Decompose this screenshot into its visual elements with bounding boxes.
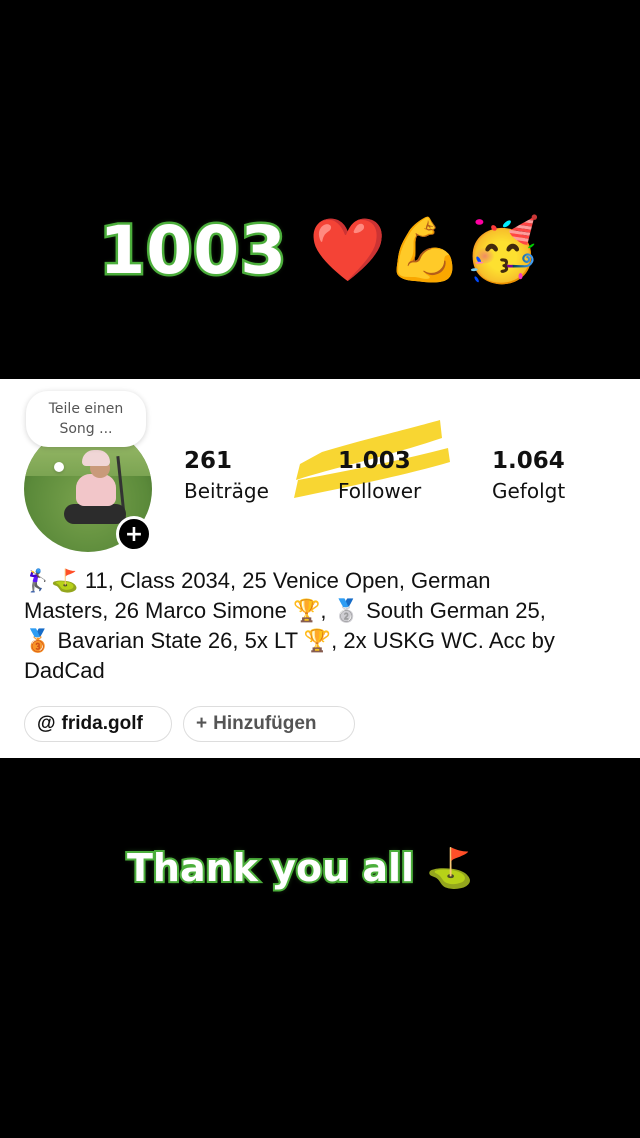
bubble-tail bbox=[54, 462, 64, 472]
stat-followers[interactable]: 1.003 Follower bbox=[338, 446, 421, 506]
bio-line: DadCad bbox=[24, 658, 105, 683]
bottom-caption: Thank you all ⛳😘 bbox=[0, 838, 640, 898]
stat-following-label: Gefolgt bbox=[492, 479, 566, 503]
stat-followers-label: Follower bbox=[338, 479, 422, 503]
plus-icon: + bbox=[124, 521, 144, 547]
song-note-line1: Teile einen bbox=[48, 401, 124, 417]
bio-line: 🥉 Bavarian State 26, 5x LT 🏆, 2x USKG WC… bbox=[24, 628, 555, 653]
stat-following-value: 1.064 bbox=[492, 448, 565, 474]
threads-icon: @ bbox=[37, 713, 56, 734]
threads-link-button[interactable]: @ frida.golf bbox=[24, 706, 172, 742]
plus-icon: + bbox=[196, 713, 208, 734]
stat-posts-label: Beiträge bbox=[184, 479, 269, 503]
celebration-emojis: ❤️💪🥳 bbox=[309, 213, 541, 286]
stat-posts-value: 261 bbox=[184, 448, 233, 474]
bio-line: Masters, 26 Marco Simone 🏆, 🥈 South Germ… bbox=[24, 598, 546, 623]
add-story-button[interactable]: + bbox=[116, 516, 152, 552]
stat-followers-value: 1.003 bbox=[338, 448, 411, 474]
song-note-bubble[interactable]: Teile einen Song ... bbox=[26, 391, 146, 447]
song-note-line2: Song ... bbox=[59, 421, 113, 437]
threads-handle: frida.golf bbox=[61, 713, 143, 734]
stat-posts[interactable]: 261 Beiträge bbox=[184, 446, 269, 506]
follower-milestone-number: 1003 bbox=[97, 209, 289, 291]
add-link-button[interactable]: + Hinzufügen bbox=[183, 706, 355, 742]
bio-line: 🏌️‍♀️⛳ 11, Class 2034, 25 Venice Open, G… bbox=[24, 568, 491, 593]
stat-following[interactable]: 1.064 Gefolgt bbox=[492, 446, 565, 506]
profile-bio: 🏌️‍♀️⛳ 11, Class 2034, 25 Venice Open, G… bbox=[24, 566, 624, 686]
thank-you-text: Thank you all bbox=[125, 844, 416, 892]
top-caption: 1003 ❤️💪🥳 bbox=[0, 205, 640, 295]
golf-kiss-emojis: ⛳😘 bbox=[426, 846, 513, 890]
add-link-label: Hinzufügen bbox=[213, 713, 317, 734]
